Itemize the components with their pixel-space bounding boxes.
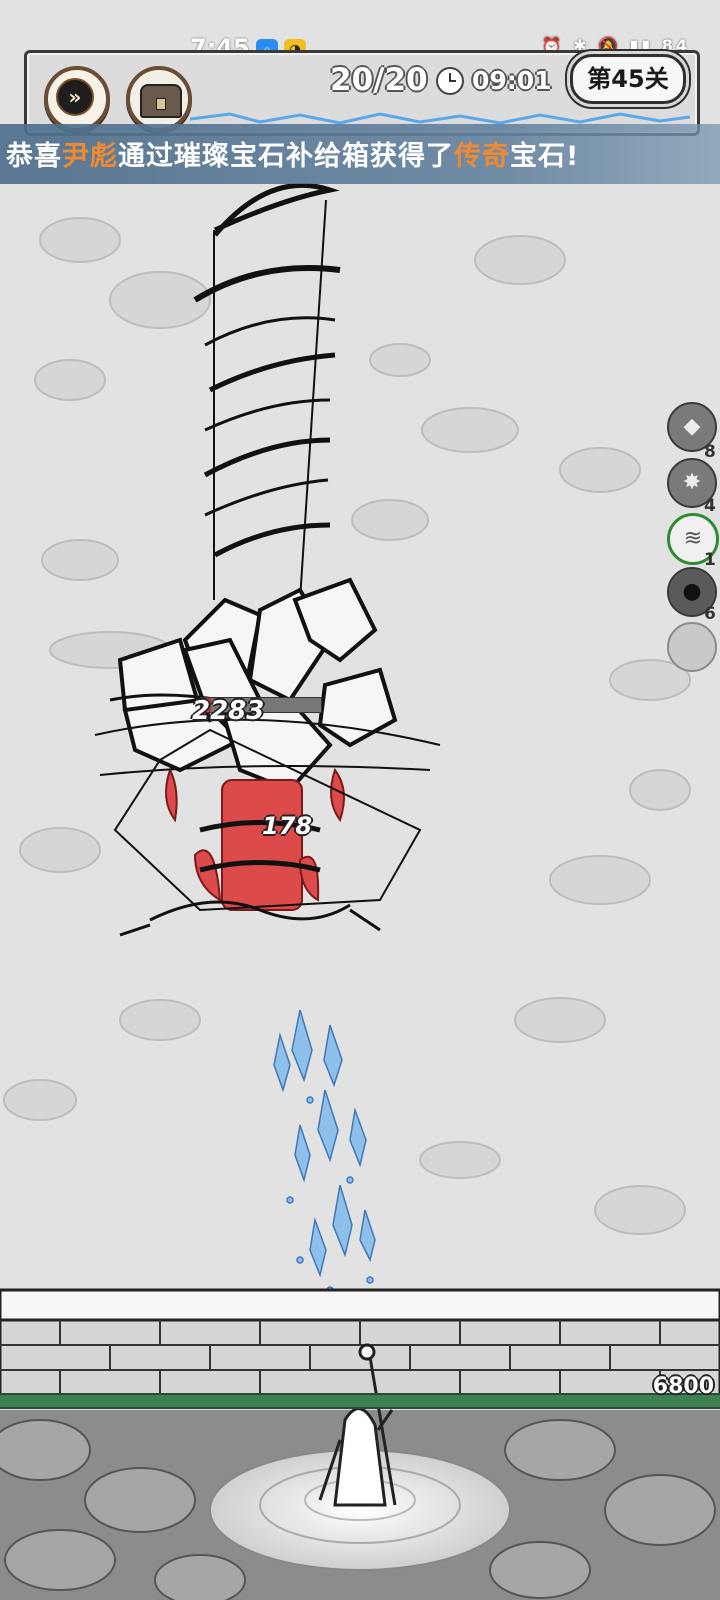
wave-counter: 20/20 [330,62,428,98]
castle-wall [0,1288,720,1397]
tornado-skill-count: 1 [704,550,716,570]
announcement-banner: 恭喜尹彪通过璀璨宝石补给箱获得了传奇宝石! [0,124,720,184]
game-stage[interactable]: 7:45 ⌕ ◕ ⏰ ✱ 🔕 ▮▮ 84 » 20/20 09:01 第45关 … [0,0,720,1600]
bomb-skill-count: 6 [704,604,716,624]
announcement-middle: 通过璀璨宝石补给箱获得了 [118,141,454,172]
damage-number: 178 [262,812,313,840]
damage-number: 2283 [192,696,265,726]
empty-skill-slot[interactable] [667,622,717,672]
level-badge[interactable]: 第45关 [570,54,686,104]
announcement-prefix: 恭喜 [6,141,62,172]
stage-timer: 09:01 [472,66,552,95]
announcement-text: 恭喜尹彪通过璀璨宝石补给箱获得了传奇宝石! [6,134,579,173]
tornado-column [193,182,341,601]
battlefield-scene [0,182,720,1600]
crystal-burst-skill-count: 4 [704,496,716,516]
announcement-player-name: 尹彪 [62,141,118,172]
rock-skill-count: 8 [704,442,716,462]
enemy-body [165,767,345,911]
treasure-chest-icon [140,84,182,118]
treasure-chest-button[interactable] [126,66,192,132]
announcement-rarity: 传奇 [454,141,510,172]
ice-shard-projectiles [273,1009,376,1294]
wall-hp-value: 6800 [652,1374,714,1399]
fast-forward-button[interactable]: » [44,66,110,132]
announcement-suffix: 宝石! [510,141,580,172]
wall-hp-bar [0,1393,720,1409]
clock-icon [436,67,464,95]
fast-forward-icon: » [56,78,94,116]
